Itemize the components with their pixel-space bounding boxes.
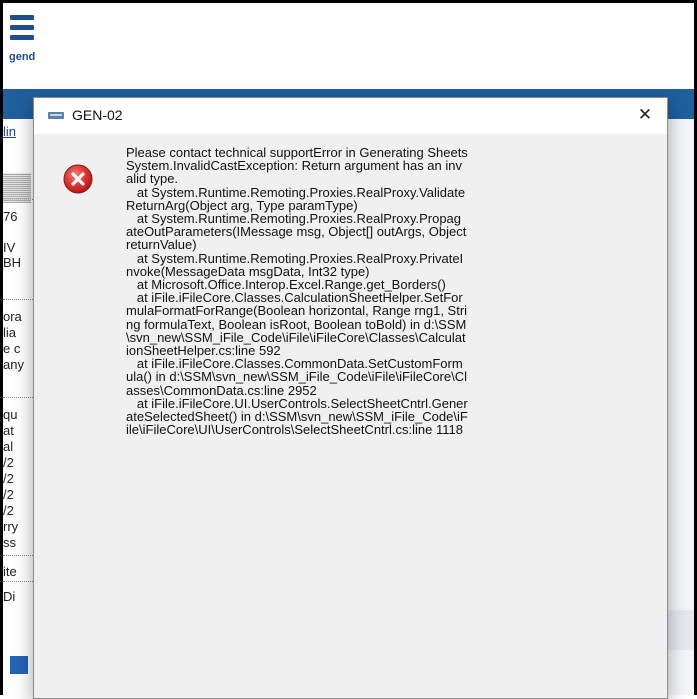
screenshot-frame xyxy=(0,0,697,695)
